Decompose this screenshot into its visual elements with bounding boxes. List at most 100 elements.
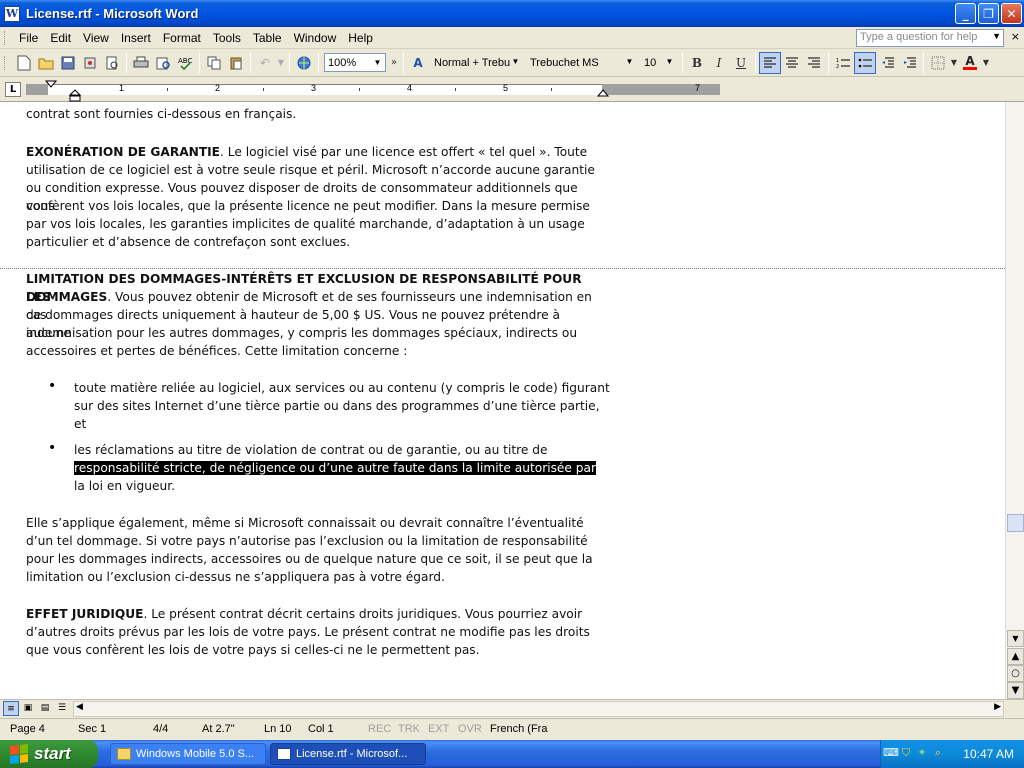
borders-icon[interactable] [927, 52, 949, 74]
toolbar-separator [199, 52, 200, 73]
tab-selector[interactable]: L [5, 82, 21, 97]
normal-view-icon[interactable]: ≡ [3, 701, 19, 716]
ruler-number: 2 [215, 83, 221, 93]
underline-button[interactable]: U [730, 52, 752, 74]
font-color-icon[interactable]: A [959, 52, 981, 74]
bullets-icon[interactable] [854, 51, 876, 74]
document-area[interactable]: contrat sont fournies ci-dessous en fran… [0, 102, 1005, 699]
status-ext[interactable]: EXT [428, 723, 449, 735]
print-layout-icon[interactable]: ▤ [37, 701, 53, 716]
styles-formatting-icon[interactable]: A [407, 52, 429, 74]
permission-icon[interactable] [79, 52, 101, 74]
menu-format[interactable]: Format [157, 31, 207, 45]
network-icon[interactable]: ✦ [915, 746, 929, 760]
insert-hyperlink-icon[interactable] [293, 52, 315, 74]
numbering-icon[interactable]: 12 [832, 52, 854, 74]
security-shield-icon[interactable]: ⛉ [899, 746, 913, 760]
restore-button[interactable]: ❐ [978, 3, 999, 24]
align-right-icon[interactable] [803, 52, 825, 74]
hanging-indent-marker[interactable] [69, 89, 81, 102]
first-line-indent-marker[interactable] [45, 80, 57, 88]
font-size-select[interactable]: 10 ▼ [641, 53, 677, 72]
status-trk[interactable]: TRK [398, 723, 420, 735]
menu-insert[interactable]: Insert [115, 31, 157, 45]
menubar-grip[interactable] [4, 30, 7, 45]
copy-icon[interactable] [203, 52, 225, 74]
menu-bar: File Edit View Insert Format Tools Table… [0, 27, 1024, 49]
web-layout-icon[interactable]: ▣ [20, 701, 36, 716]
italic-button[interactable]: I [708, 52, 730, 74]
ruler-tick [455, 88, 456, 91]
scroll-left-icon[interactable]: ◀ [76, 702, 83, 712]
print-preview-icon[interactable] [101, 52, 123, 74]
minimize-button[interactable]: _ [955, 3, 976, 24]
search-icon[interactable]: ⌕ [931, 746, 945, 760]
status-ovr[interactable]: OVR [458, 723, 482, 735]
paste-icon[interactable] [225, 52, 247, 74]
status-page-count: 4/4 [153, 723, 169, 735]
align-center-icon[interactable] [781, 52, 803, 74]
undo-icon[interactable]: ↶ [254, 52, 276, 74]
ruler-number: 7 [695, 83, 701, 93]
menu-view[interactable]: View [77, 31, 115, 45]
status-language[interactable]: French (Fra [490, 723, 547, 735]
spelling-check-icon[interactable]: ABC [174, 52, 196, 74]
window-title: License.rtf - Microsoft Word [26, 6, 199, 21]
menu-tools[interactable]: Tools [207, 31, 247, 45]
print-icon[interactable] [130, 52, 152, 74]
select-browse-object-icon[interactable]: ○ [1007, 665, 1024, 682]
selected-text: responsabilité stricte, de négligence ou… [74, 461, 597, 475]
font-color-dropdown-icon[interactable]: ▼ [981, 52, 991, 74]
close-button[interactable]: ✕ [1001, 3, 1022, 24]
previous-page-icon[interactable]: ▲ [1007, 648, 1024, 665]
help-placeholder: Type a question for help [860, 31, 978, 43]
toolbar-options-icon[interactable]: » [388, 52, 400, 74]
right-indent-marker[interactable] [597, 89, 609, 97]
scroll-right-icon[interactable]: ▶ [994, 702, 1001, 712]
svg-text:ABC: ABC [178, 57, 192, 65]
start-button[interactable]: start [0, 740, 98, 768]
next-page-icon[interactable]: ▼ [1007, 682, 1024, 699]
menu-edit[interactable]: Edit [44, 31, 77, 45]
menu-window[interactable]: Window [288, 31, 343, 45]
zoom-select[interactable]: 100% ▼ [324, 53, 386, 72]
status-rec[interactable]: REC [368, 723, 391, 735]
toolbar-separator [289, 52, 290, 73]
font-size-dropdown-icon[interactable]: ▼ [663, 54, 676, 69]
status-section: Sec 1 [78, 723, 107, 735]
language-bar-icon[interactable]: ⌨ [883, 746, 899, 760]
bold-button[interactable]: B [686, 52, 708, 74]
increase-indent-icon[interactable] [898, 52, 920, 74]
word-app-icon[interactable]: W [4, 5, 20, 22]
ruler-number: 1 [119, 83, 125, 93]
zoom-dropdown-icon[interactable]: ▼ [371, 55, 384, 70]
font-select[interactable]: Trebuchet MS ▼ [527, 53, 637, 72]
new-document-icon[interactable] [13, 52, 35, 74]
align-left-icon[interactable] [759, 51, 781, 74]
open-folder-icon[interactable] [35, 52, 57, 74]
menu-table[interactable]: Table [247, 31, 288, 45]
scroll-down-icon[interactable]: ▼ [1007, 630, 1024, 647]
style-dropdown-icon[interactable]: ▼ [509, 54, 522, 69]
menu-help[interactable]: Help [342, 31, 379, 45]
document-close-button[interactable]: × [1011, 30, 1020, 43]
help-dropdown-icon[interactable]: ▼ [992, 31, 1001, 41]
window-controls: _ ❐ ✕ [955, 3, 1022, 24]
taskbar-item-word[interactable]: License.rtf - Microsof... [270, 743, 426, 765]
font-dropdown-icon[interactable]: ▼ [623, 54, 636, 69]
vertical-scrollbar[interactable]: ▼ ▲ ○ ▼ [1005, 102, 1024, 699]
research-icon[interactable] [152, 52, 174, 74]
outline-view-icon[interactable]: ☰ [54, 701, 70, 716]
decrease-indent-icon[interactable] [876, 52, 898, 74]
toolbar-grip[interactable] [4, 55, 7, 70]
save-icon[interactable] [57, 52, 79, 74]
doc-line: par vos lois locales, les garanties impl… [26, 217, 585, 231]
borders-dropdown-icon[interactable]: ▼ [949, 52, 959, 74]
help-question-input[interactable]: Type a question for help ▼ [856, 29, 1004, 47]
vertical-scroll-thumb[interactable] [1007, 514, 1024, 532]
style-select[interactable]: Normal + Trebu ▼ [431, 53, 523, 72]
menu-file[interactable]: File [13, 31, 44, 45]
horizontal-scrollbar[interactable]: ◀ ▶ [73, 701, 1004, 717]
undo-dropdown-icon[interactable]: ▼ [276, 52, 286, 74]
taskbar-item-windows-mobile[interactable]: Windows Mobile 5.0 S... [110, 743, 266, 765]
